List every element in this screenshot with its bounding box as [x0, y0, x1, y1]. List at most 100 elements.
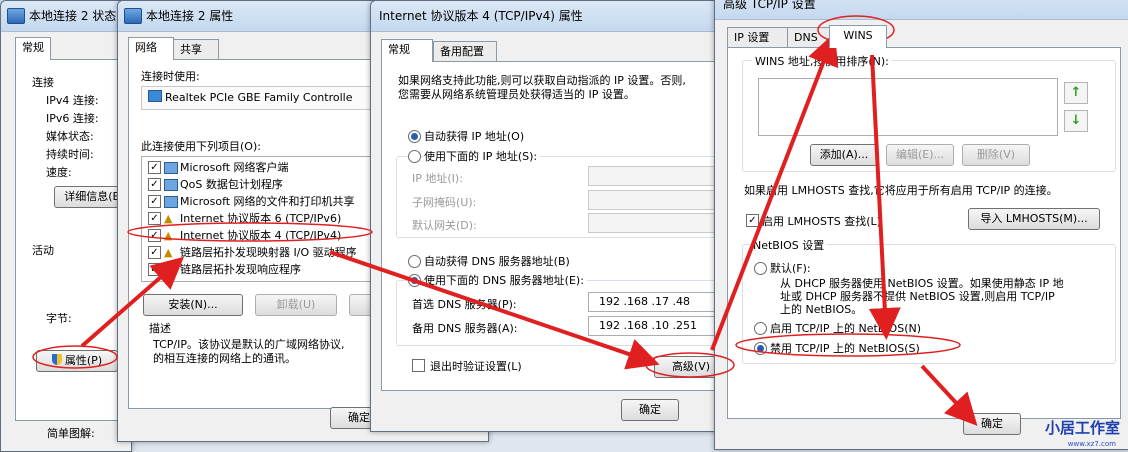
tab-general[interactable]: 常规 — [15, 37, 51, 60]
media-label: 媒体状态: — [46, 130, 94, 143]
ipv4-titlebar: Internet 协议版本 4 (TCP/IPv4) 属性 — [371, 1, 731, 32]
properties-title: 本地连接 2 属性 — [146, 9, 234, 23]
lmhosts-checkbox[interactable]: ✓ — [746, 214, 759, 227]
items-label: 此连接使用下列项目(O): — [141, 140, 261, 153]
gateway-field[interactable] — [588, 213, 718, 233]
ip-address-field[interactable] — [588, 166, 718, 186]
status-panel: 连接 IPv4 连接: IPv6 连接: 媒体状态: 持续时间: 速度: 详细信… — [15, 59, 131, 421]
gateway-label: 默认网关(D): — [412, 219, 477, 232]
properties-button-label: 属性(P) — [64, 354, 103, 367]
duration-label: 持续时间: — [46, 148, 94, 161]
tab-general[interactable]: 常规 — [381, 39, 433, 62]
item-label: Microsoft 网络的文件和打印机共享 — [180, 195, 355, 208]
wins-list-label: WINS 地址,按使用排序(N): — [752, 53, 892, 69]
item-checkbox[interactable]: ✓ — [148, 161, 161, 174]
tab-wins[interactable]: WINS — [829, 25, 887, 48]
ipv6-label: IPv6 连接: — [46, 112, 99, 125]
preferred-dns-field[interactable]: 192 .168 .17 .48 — [588, 292, 718, 312]
bytes-label: 字节: — [46, 312, 72, 325]
install-button[interactable]: 安装(N)... — [143, 294, 243, 316]
item-checkbox[interactable]: ✓ — [148, 246, 161, 259]
edit-button[interactable]: 编辑(E)... — [886, 144, 954, 166]
watermark-url: www.xz7.com — [1067, 440, 1116, 448]
delete-button[interactable]: 删除(V) — [962, 144, 1030, 166]
network-icon — [7, 8, 25, 24]
status-window: 本地连接 2 状态 常规 连接 IPv4 连接: IPv6 连接: 媒体状态: … — [0, 0, 132, 452]
connection-label: 连接 — [32, 76, 54, 89]
enable-netbios-radio[interactable] — [754, 322, 767, 335]
tab-sharing[interactable]: 共享 — [173, 39, 219, 60]
client-icon — [164, 162, 178, 174]
auto-dns-label: 自动获得 DNS 服务器地址(B) — [424, 255, 570, 268]
validate-checkbox[interactable] — [412, 359, 425, 372]
tab-dns[interactable]: DNS — [787, 27, 831, 48]
advanced-titlebar: 高级 TCP/IP 设置 — [715, 0, 1128, 20]
subnet-mask-label: 子网掩码(U): — [412, 196, 477, 209]
description-line-2: 的相互连接的网络上的通讯。 — [153, 352, 296, 365]
alternate-dns-field[interactable]: 192 .168 .10 .251 — [588, 316, 718, 336]
item-checkbox[interactable]: ✓ — [148, 178, 161, 191]
wins-address-list[interactable] — [758, 78, 1058, 136]
tab-alternate[interactable]: 备用配置 — [433, 41, 497, 62]
bottom-text: 简单图解: — [47, 427, 95, 440]
ipv4-label: IPv4 连接: — [46, 94, 99, 107]
enable-netbios-label: 启用 TCP/IP 上的 NetBIOS(N) — [770, 322, 922, 335]
ipv4-panel: 如果网络支持此功能,则可以获取自动指派的 IP 设置。否则, 您需要从网络系统管… — [381, 61, 731, 391]
ipv4-window: Internet 协议版本 4 (TCP/IPv4) 属性 常规 备用配置 如果… — [370, 0, 732, 432]
adapter-icon — [148, 90, 162, 102]
shield-icon — [51, 354, 62, 365]
network-icon — [124, 8, 142, 24]
manual-ip-radio[interactable] — [408, 150, 421, 163]
connect-using-label: 连接时使用: — [141, 70, 200, 83]
import-lmhosts-button[interactable]: 导入 LMHOSTS(M)... — [968, 208, 1100, 230]
properties-button[interactable]: 属性(P) — [36, 350, 118, 372]
wins-panel: WINS 地址,按使用排序(N): ↑ ↓ 添加(A)... 编辑(E)... … — [727, 47, 1121, 419]
default-radio-label: 默认(F): — [770, 262, 811, 275]
protocol-icon: ▲ — [164, 246, 173, 259]
add-button[interactable]: 添加(A)... — [810, 144, 878, 166]
description-label: 描述 — [149, 322, 171, 335]
status-titlebar: 本地连接 2 状态 — [1, 1, 131, 32]
lmhosts-description: 如果启用 LMHOSTS 查找,它将应用于所有启用 TCP/IP 的连接。 — [744, 184, 1058, 197]
item-label: QoS 数据包计划程序 — [180, 178, 283, 191]
item-checkbox[interactable]: ✓ — [148, 263, 161, 276]
auto-ip-label: 自动获得 IP 地址(O) — [424, 130, 525, 143]
tab-ip-settings[interactable]: IP 设置 — [727, 27, 789, 48]
item-label: 链路层拓扑发现映射器 I/O 驱动程序 — [180, 246, 357, 259]
intro-line-2: 您需要从网络系统管理员处获得适当的 IP 设置。 — [398, 88, 635, 101]
default-radio[interactable] — [754, 262, 767, 275]
item-label: 链路层拓扑发现响应程序 — [180, 263, 301, 276]
move-up-icon[interactable]: ↑ — [1064, 82, 1088, 104]
uninstall-button[interactable]: 卸载(U) — [255, 294, 337, 316]
manual-dns-radio[interactable] — [408, 274, 421, 287]
service-icon — [164, 179, 178, 191]
validate-label: 退出时验证设置(L) — [430, 360, 522, 373]
auto-ip-radio[interactable] — [408, 130, 421, 143]
default-description-3: 上的 NetBIOS。 — [780, 303, 863, 316]
netbios-group-label: NetBIOS 设置 — [750, 237, 828, 253]
status-title: 本地连接 2 状态 — [29, 9, 117, 23]
subnet-mask-field[interactable] — [588, 190, 718, 210]
alternate-dns-label: 备用 DNS 服务器(A): — [412, 322, 518, 335]
tab-network[interactable]: 网络 — [128, 37, 174, 60]
ipv4-ok-button[interactable]: 确定 — [621, 399, 679, 421]
advanced-window: 高级 TCP/IP 设置 IP 设置 DNS WINS WINS 地址,按使用排… — [714, 0, 1128, 450]
disable-netbios-radio[interactable] — [754, 342, 767, 355]
ip-address-label: IP 地址(I): — [412, 172, 463, 185]
protocol-icon: ▲ — [164, 229, 173, 242]
move-down-icon[interactable]: ↓ — [1064, 110, 1088, 132]
watermark-logo: 小居工作室 — [1044, 419, 1120, 437]
preferred-dns-label: 首选 DNS 服务器(P): — [412, 298, 517, 311]
item-checkbox[interactable]: ✓ — [148, 229, 161, 242]
auto-dns-radio[interactable] — [408, 255, 421, 268]
advanced-ok-button[interactable]: 确定 — [963, 413, 1021, 435]
activity-label: 活动 — [32, 244, 54, 257]
item-checkbox[interactable]: ✓ — [148, 212, 161, 225]
ipv4-title: Internet 协议版本 4 (TCP/IPv4) 属性 — [379, 9, 583, 23]
item-label: Internet 协议版本 6 (TCP/IPv6) — [180, 212, 342, 225]
item-checkbox[interactable]: ✓ — [148, 195, 161, 208]
item-label: Internet 协议版本 4 (TCP/IPv4) — [180, 229, 342, 242]
manual-dns-label: 使用下面的 DNS 服务器地址(E): — [424, 272, 587, 288]
manual-ip-label: 使用下面的 IP 地址(S): — [424, 148, 541, 164]
protocol-icon: ▲ — [164, 212, 173, 225]
